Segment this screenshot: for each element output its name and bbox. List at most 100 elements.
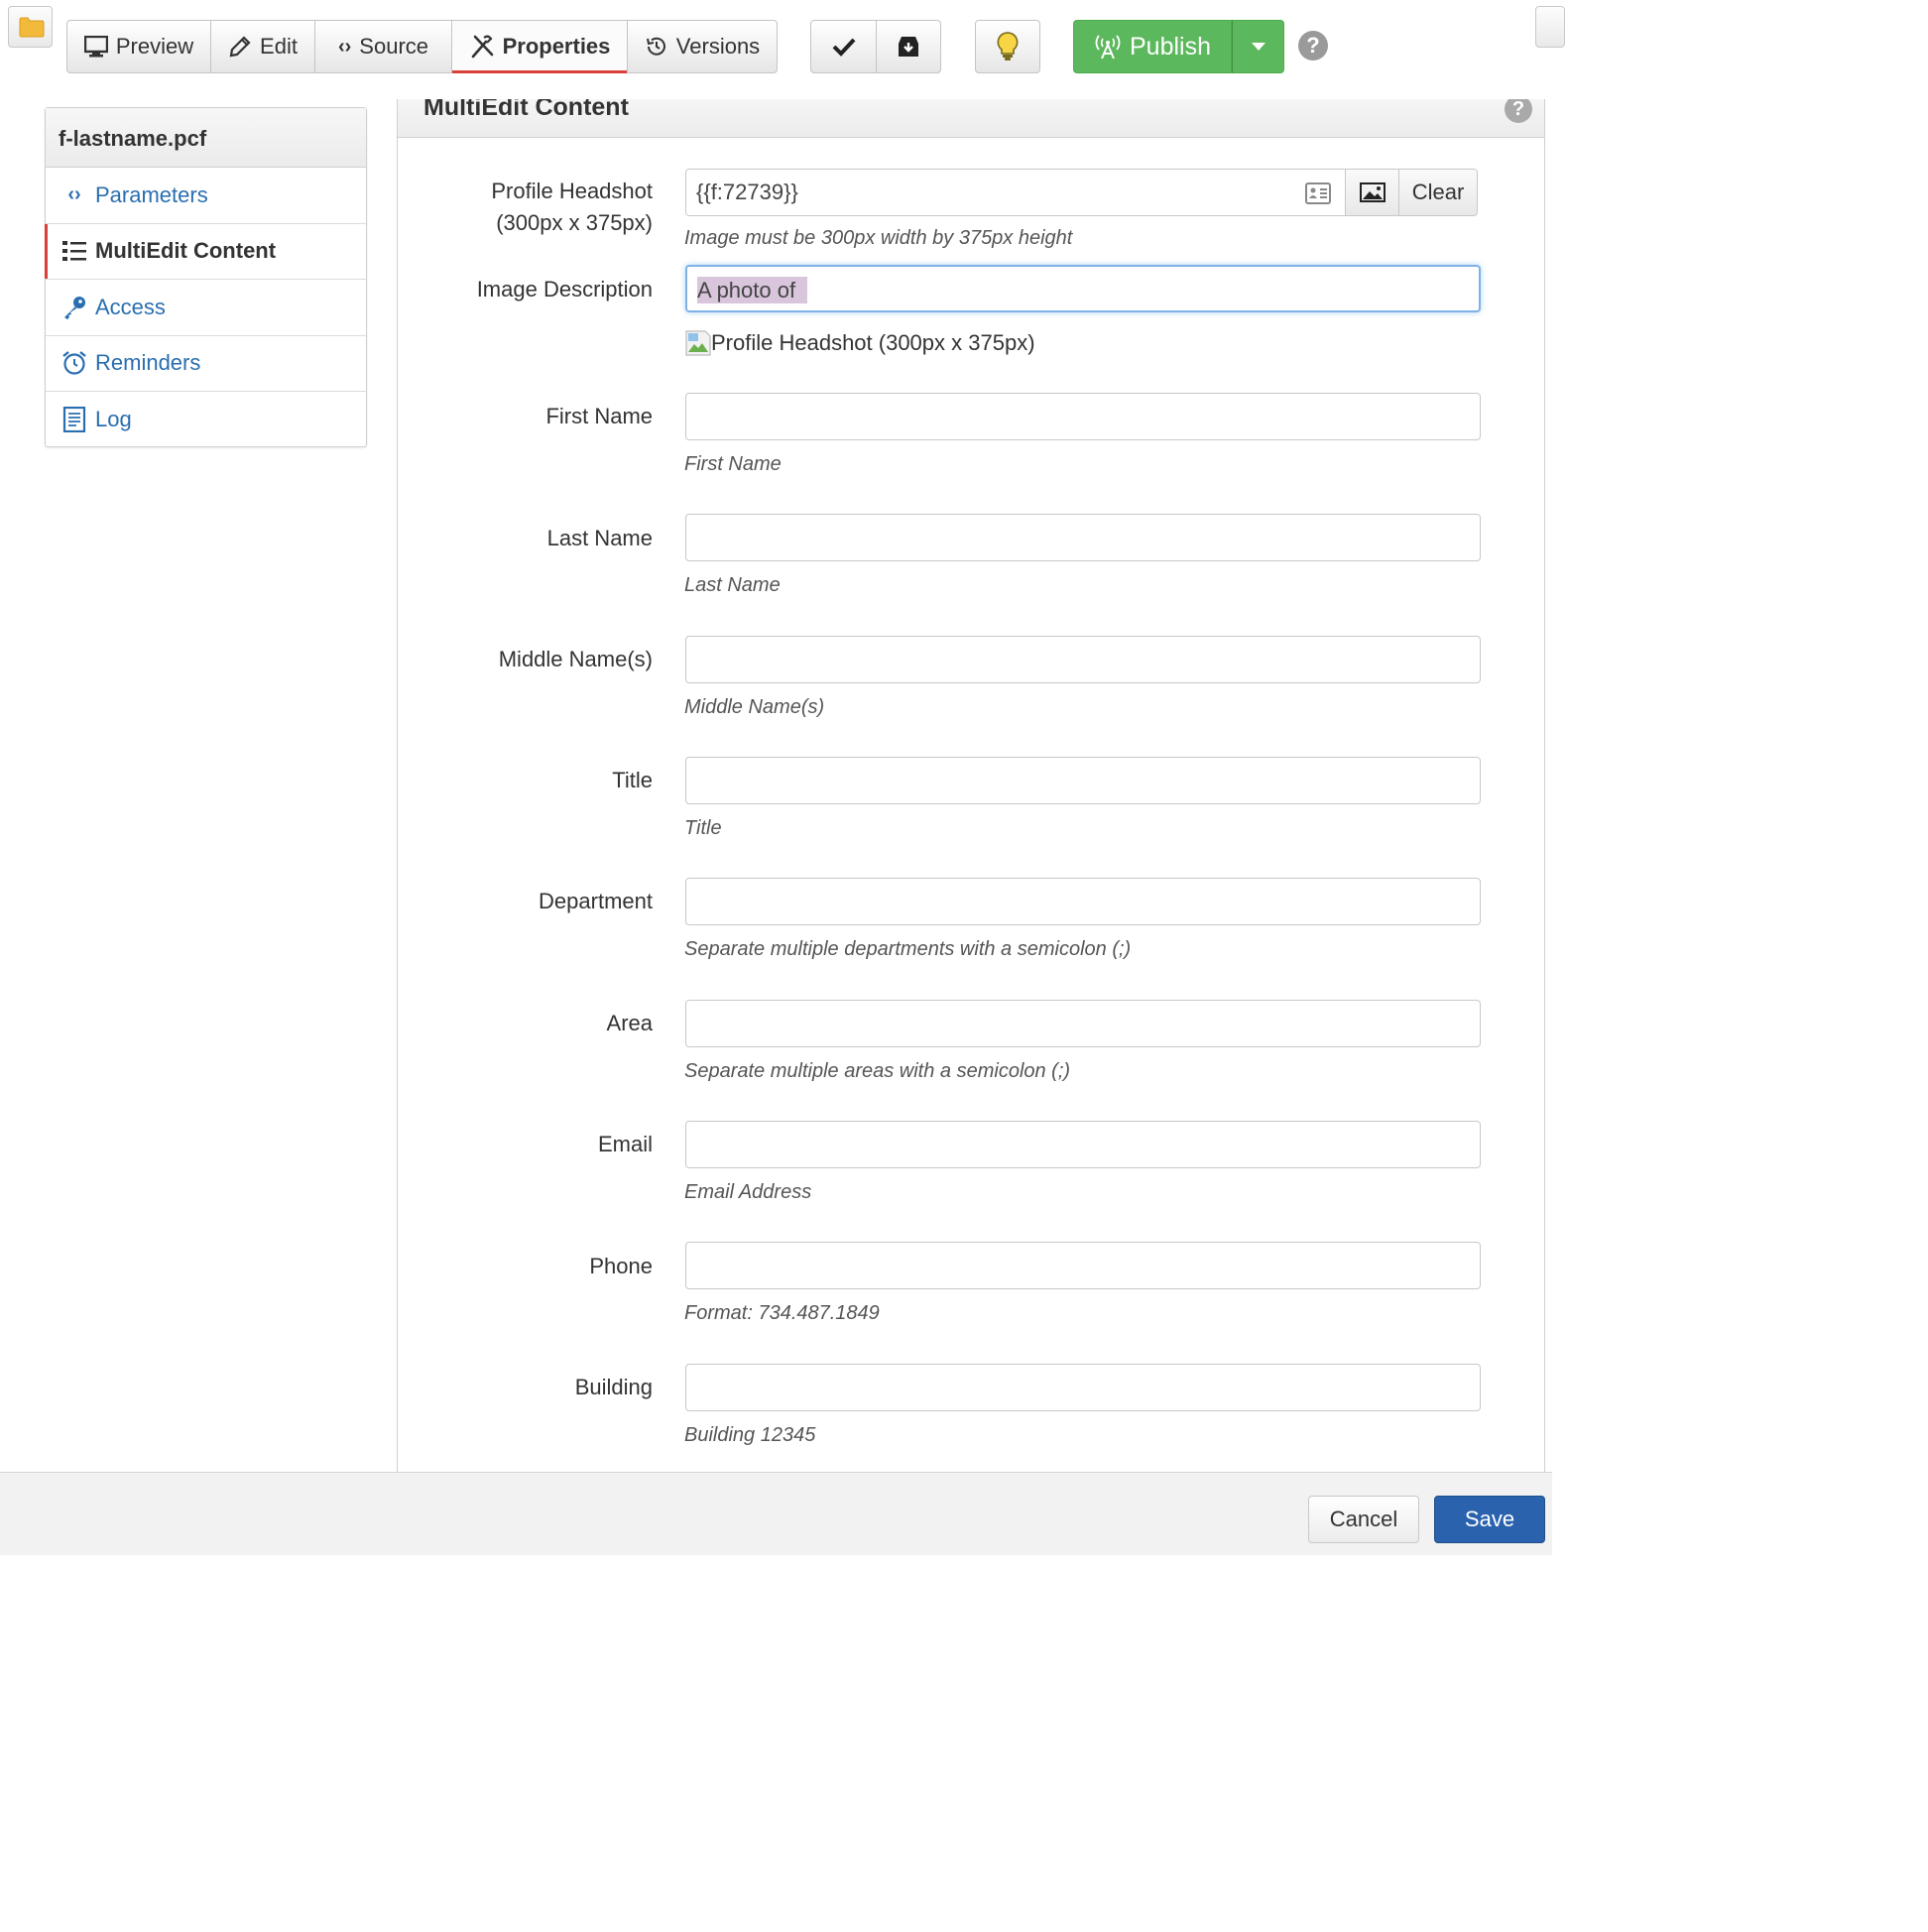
- panel-help-icon[interactable]: ?: [1505, 99, 1532, 123]
- title-label: Title: [612, 768, 653, 792]
- id-card-icon: [1305, 182, 1331, 204]
- view-mode-group: Preview Edit ‹› Source Properties Versio…: [66, 20, 778, 73]
- area-label: Area: [606, 1011, 653, 1035]
- headshot-label-line1: Profile Headshot: [491, 179, 653, 203]
- headshot-input[interactable]: {{f:72739}}: [686, 170, 1345, 215]
- lightbulb-icon: [997, 32, 1019, 60]
- department-help: Separate multiple departments with a sem…: [684, 938, 1132, 960]
- headshot-preview-alt: Profile Headshot (300px x 375px): [711, 330, 1035, 355]
- idea-group: [975, 20, 1040, 73]
- sidebar-item-access[interactable]: Access: [46, 280, 366, 336]
- sidebar-item-multiedit-content[interactable]: MultiEdit Content: [45, 223, 366, 280]
- dialog-footer: Cancel Save: [0, 1472, 1552, 1555]
- image-description-label: Image Description: [476, 277, 653, 302]
- collapse-button[interactable]: [1535, 6, 1565, 48]
- code-icon: ‹›: [67, 183, 81, 206]
- headshot-label-line2: (300px x 375px): [496, 210, 653, 235]
- first-name-help: First Name: [684, 453, 782, 475]
- phone-input[interactable]: [685, 1242, 1481, 1289]
- phone-label: Phone: [589, 1254, 653, 1278]
- broadcast-tower-icon: [1095, 35, 1121, 60]
- sidebar-item-parameters[interactable]: ‹› Parameters: [46, 168, 366, 224]
- sidebar-file-name: f-lastname.pcf: [46, 108, 366, 168]
- title-input[interactable]: [685, 757, 1481, 804]
- history-icon: [646, 37, 665, 56]
- last-name-input[interactable]: [685, 514, 1481, 561]
- code-icon: ‹›: [337, 35, 352, 58]
- last-name-help: Last Name: [684, 574, 781, 596]
- email-help: Email Address: [684, 1181, 812, 1203]
- area-help: Separate multiple areas with a semicolon…: [684, 1060, 1071, 1082]
- checkmark-icon: [832, 38, 855, 57]
- headshot-preview-image: Profile Headshot (300px x 375px): [685, 330, 1035, 356]
- folder-button[interactable]: [8, 6, 53, 48]
- cancel-button[interactable]: Cancel: [1308, 1496, 1419, 1543]
- archive-icon: [899, 37, 918, 57]
- publish-dropdown-button[interactable]: [1232, 20, 1284, 73]
- image-description-input[interactable]: A photo of: [685, 265, 1481, 312]
- broken-image-icon: [685, 330, 711, 356]
- versions-label: Versions: [675, 34, 761, 59]
- publish-group: Publish: [1073, 20, 1284, 73]
- help-icon[interactable]: ?: [1298, 31, 1328, 60]
- tools-icon: [471, 35, 493, 59]
- edit-label: Edit: [260, 34, 298, 59]
- sidebar-item-label: Log: [95, 407, 132, 432]
- department-input[interactable]: [685, 878, 1481, 925]
- middle-names-label: Middle Name(s): [498, 647, 653, 671]
- document-icon: [61, 407, 87, 433]
- source-button[interactable]: ‹› Source: [314, 20, 452, 73]
- source-label: Source: [359, 34, 429, 59]
- list-icon: [61, 239, 87, 263]
- sidebar-item-log[interactable]: Log: [46, 392, 366, 448]
- monitor-icon: [83, 36, 108, 58]
- title-help: Title: [684, 817, 722, 839]
- top-toolbar: Preview Edit ‹› Source Properties Versio…: [0, 0, 1565, 95]
- email-input[interactable]: [685, 1121, 1481, 1168]
- headshot-help: Image must be 300px width by 375px heigh…: [684, 227, 1073, 249]
- building-help: Building 12345: [684, 1424, 816, 1446]
- headshot-value: {{f:72739}}: [696, 180, 798, 204]
- sidebar-item-label: Parameters: [95, 181, 208, 207]
- check-button[interactable]: [810, 20, 877, 73]
- phone-help: Format: 734.487.1849: [684, 1302, 880, 1324]
- email-label: Email: [597, 1132, 653, 1156]
- first-name-label: First Name: [545, 404, 653, 428]
- middle-names-help: Middle Name(s): [684, 696, 825, 718]
- properties-button[interactable]: Properties: [451, 20, 628, 73]
- preview-button[interactable]: Preview: [66, 20, 211, 73]
- folder-icon: [19, 17, 45, 38]
- panel-header: MultiEdit Content ?: [398, 99, 1544, 138]
- sidebar-item-reminders[interactable]: Reminders: [46, 336, 366, 392]
- archive-button[interactable]: [876, 20, 941, 73]
- pencil-icon: [229, 36, 251, 58]
- sidebar-item-label: Access: [95, 294, 166, 319]
- browse-image-button[interactable]: [1345, 170, 1398, 215]
- edit-button[interactable]: Edit: [210, 20, 315, 73]
- caret-down-icon: [1251, 43, 1265, 51]
- sidebar-item-label: Reminders: [95, 350, 201, 376]
- headshot-label: Profile Headshot (300px x 375px): [398, 176, 653, 239]
- building-input[interactable]: [685, 1364, 1481, 1411]
- clear-button[interactable]: Clear: [1398, 170, 1477, 215]
- area-input[interactable]: [685, 1000, 1481, 1047]
- versions-button[interactable]: Versions: [627, 20, 778, 73]
- preview-label: Preview: [115, 34, 194, 59]
- suggestions-button[interactable]: [975, 20, 1040, 73]
- multiedit-panel: MultiEdit Content ? Profile Headshot (30…: [397, 99, 1545, 1472]
- panel-title: MultiEdit Content: [423, 99, 629, 121]
- middle-names-input[interactable]: [685, 636, 1481, 683]
- image-description-value: A photo of: [697, 277, 808, 303]
- save-button[interactable]: Save: [1434, 1496, 1545, 1543]
- building-label: Building: [574, 1375, 653, 1399]
- headshot-field: {{f:72739}} Clear: [685, 169, 1478, 216]
- publish-button[interactable]: Publish: [1073, 20, 1232, 73]
- department-label: Department: [539, 889, 653, 913]
- sidebar-item-label: MultiEdit Content: [95, 238, 277, 264]
- last-name-label: Last Name: [546, 526, 653, 550]
- first-name-input[interactable]: [685, 393, 1481, 440]
- alarm-clock-icon: [61, 350, 87, 376]
- publish-label: Publish: [1130, 32, 1211, 60]
- check-group: [810, 20, 941, 73]
- properties-label: Properties: [502, 34, 611, 59]
